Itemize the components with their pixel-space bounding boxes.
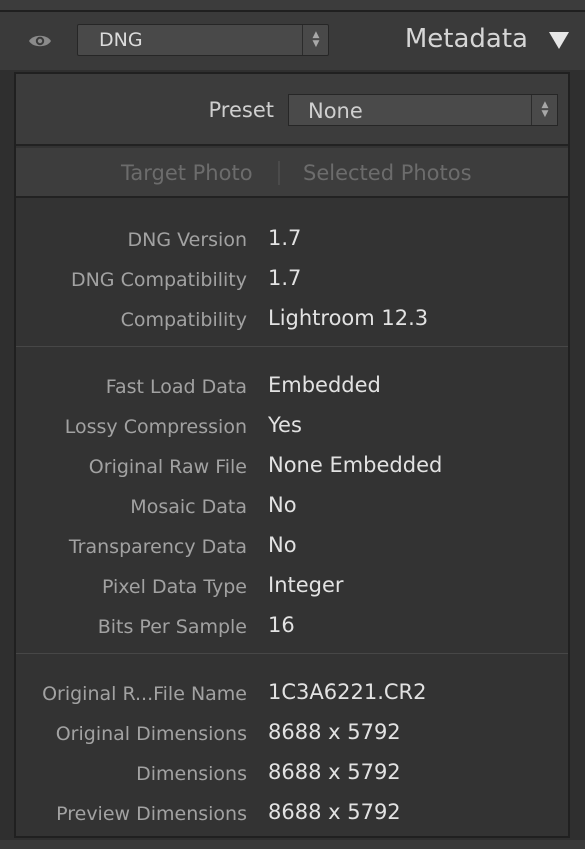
field-group-data: Fast Load Data Embedded Lossy Compressio…: [16, 347, 568, 654]
field-value: None Embedded: [268, 453, 443, 477]
field-row: Original Raw File None Embedded: [16, 447, 568, 487]
metadata-frame: Preset None ▲ ▼ Target Photo Selected Pho…: [14, 72, 570, 838]
preset-row: Preset None ▲ ▼: [16, 74, 568, 146]
field-label: Fast Load Data: [105, 376, 247, 398]
field-value: 1.7: [268, 226, 302, 250]
field-group-original: Original R...File Name 1C3A6221.CR2 Orig…: [16, 654, 568, 840]
field-label: Original Raw File: [88, 456, 247, 478]
field-row: Pixel Data Type Integer: [16, 567, 568, 607]
panel-title[interactable]: Metadata: [405, 24, 528, 54]
field-value: 1.7: [268, 266, 302, 290]
field-value: 8688 x 5792: [268, 760, 401, 784]
field-value: 16: [268, 613, 295, 637]
field-value: 8688 x 5792: [268, 720, 401, 744]
field-row: Bits Per Sample 16: [16, 607, 568, 647]
field-label: Original R...File Name: [42, 683, 247, 705]
field-label: Pixel Data Type: [101, 576, 247, 598]
field-label: Bits Per Sample: [97, 616, 247, 638]
eye-icon[interactable]: [27, 30, 53, 52]
field-label: Mosaic Data: [130, 496, 247, 518]
preset-select[interactable]: None ▲ ▼: [288, 94, 558, 126]
field-value: 1C3A6221.CR2: [268, 680, 427, 704]
field-row: DNG Version 1.7: [16, 220, 568, 260]
field-row: Preview Dimensions 8688 x 5792: [16, 794, 568, 834]
field-row: Transparency Data No: [16, 527, 568, 567]
field-row: Mosaic Data No: [16, 487, 568, 527]
select-divider: [302, 25, 303, 55]
field-value: No: [268, 533, 297, 557]
field-value: No: [268, 493, 297, 517]
field-row: Fast Load Data Embedded: [16, 367, 568, 407]
field-row: DNG Compatibility 1.7: [16, 260, 568, 300]
up-down-arrows-icon: ▲ ▼: [541, 100, 549, 119]
field-value: 8688 x 5792: [268, 800, 401, 824]
triangle-down-icon[interactable]: [549, 32, 569, 49]
field-value: Integer: [268, 573, 344, 597]
field-row: Lossy Compression Yes: [16, 407, 568, 447]
tab-selected-photos[interactable]: Selected Photos: [303, 161, 472, 185]
panel-header: DNG ▲ ▼ Metadata: [0, 12, 585, 70]
field-group-dng: DNG Version 1.7 DNG Compatibility 1.7 Co…: [16, 200, 568, 347]
preset-label: Preset: [208, 98, 274, 122]
field-row: Dimensions 8688 x 5792: [16, 754, 568, 794]
metadata-view-select[interactable]: DNG ▲ ▼: [77, 24, 329, 56]
field-label: Dimensions: [136, 763, 247, 785]
field-label: Preview Dimensions: [56, 803, 247, 825]
up-down-arrows-icon: ▲ ▼: [312, 30, 320, 49]
metadata-panel: DNG ▲ ▼ Metadata Preset None ▲ ▼ Target Ph…: [0, 0, 585, 849]
bottom-divider: [0, 840, 585, 849]
field-value: Embedded: [268, 373, 381, 397]
field-row: Compatibility Lightroom 12.3: [16, 300, 568, 340]
tab-target-photo[interactable]: Target Photo: [121, 161, 253, 185]
metadata-view-value: DNG: [99, 29, 143, 51]
field-label: Original Dimensions: [55, 723, 247, 745]
field-label: Lossy Compression: [64, 416, 247, 438]
tab-separator: [278, 161, 280, 185]
field-label: DNG Compatibility: [70, 269, 247, 291]
target-selector: Target Photo Selected Photos: [16, 148, 568, 198]
field-label: DNG Version: [127, 229, 247, 251]
preset-value: None: [308, 99, 363, 123]
metadata-fields: DNG Version 1.7 DNG Compatibility 1.7 Co…: [16, 200, 568, 840]
field-value: Yes: [268, 413, 302, 437]
field-row: Original R...File Name 1C3A6221.CR2: [16, 674, 568, 714]
select-divider: [531, 95, 532, 125]
field-value: Lightroom 12.3: [268, 306, 429, 330]
field-row: Original Dimensions 8688 x 5792: [16, 714, 568, 754]
field-label: Transparency Data: [68, 536, 247, 558]
top-divider: [0, 0, 585, 12]
field-label: Compatibility: [120, 309, 247, 331]
